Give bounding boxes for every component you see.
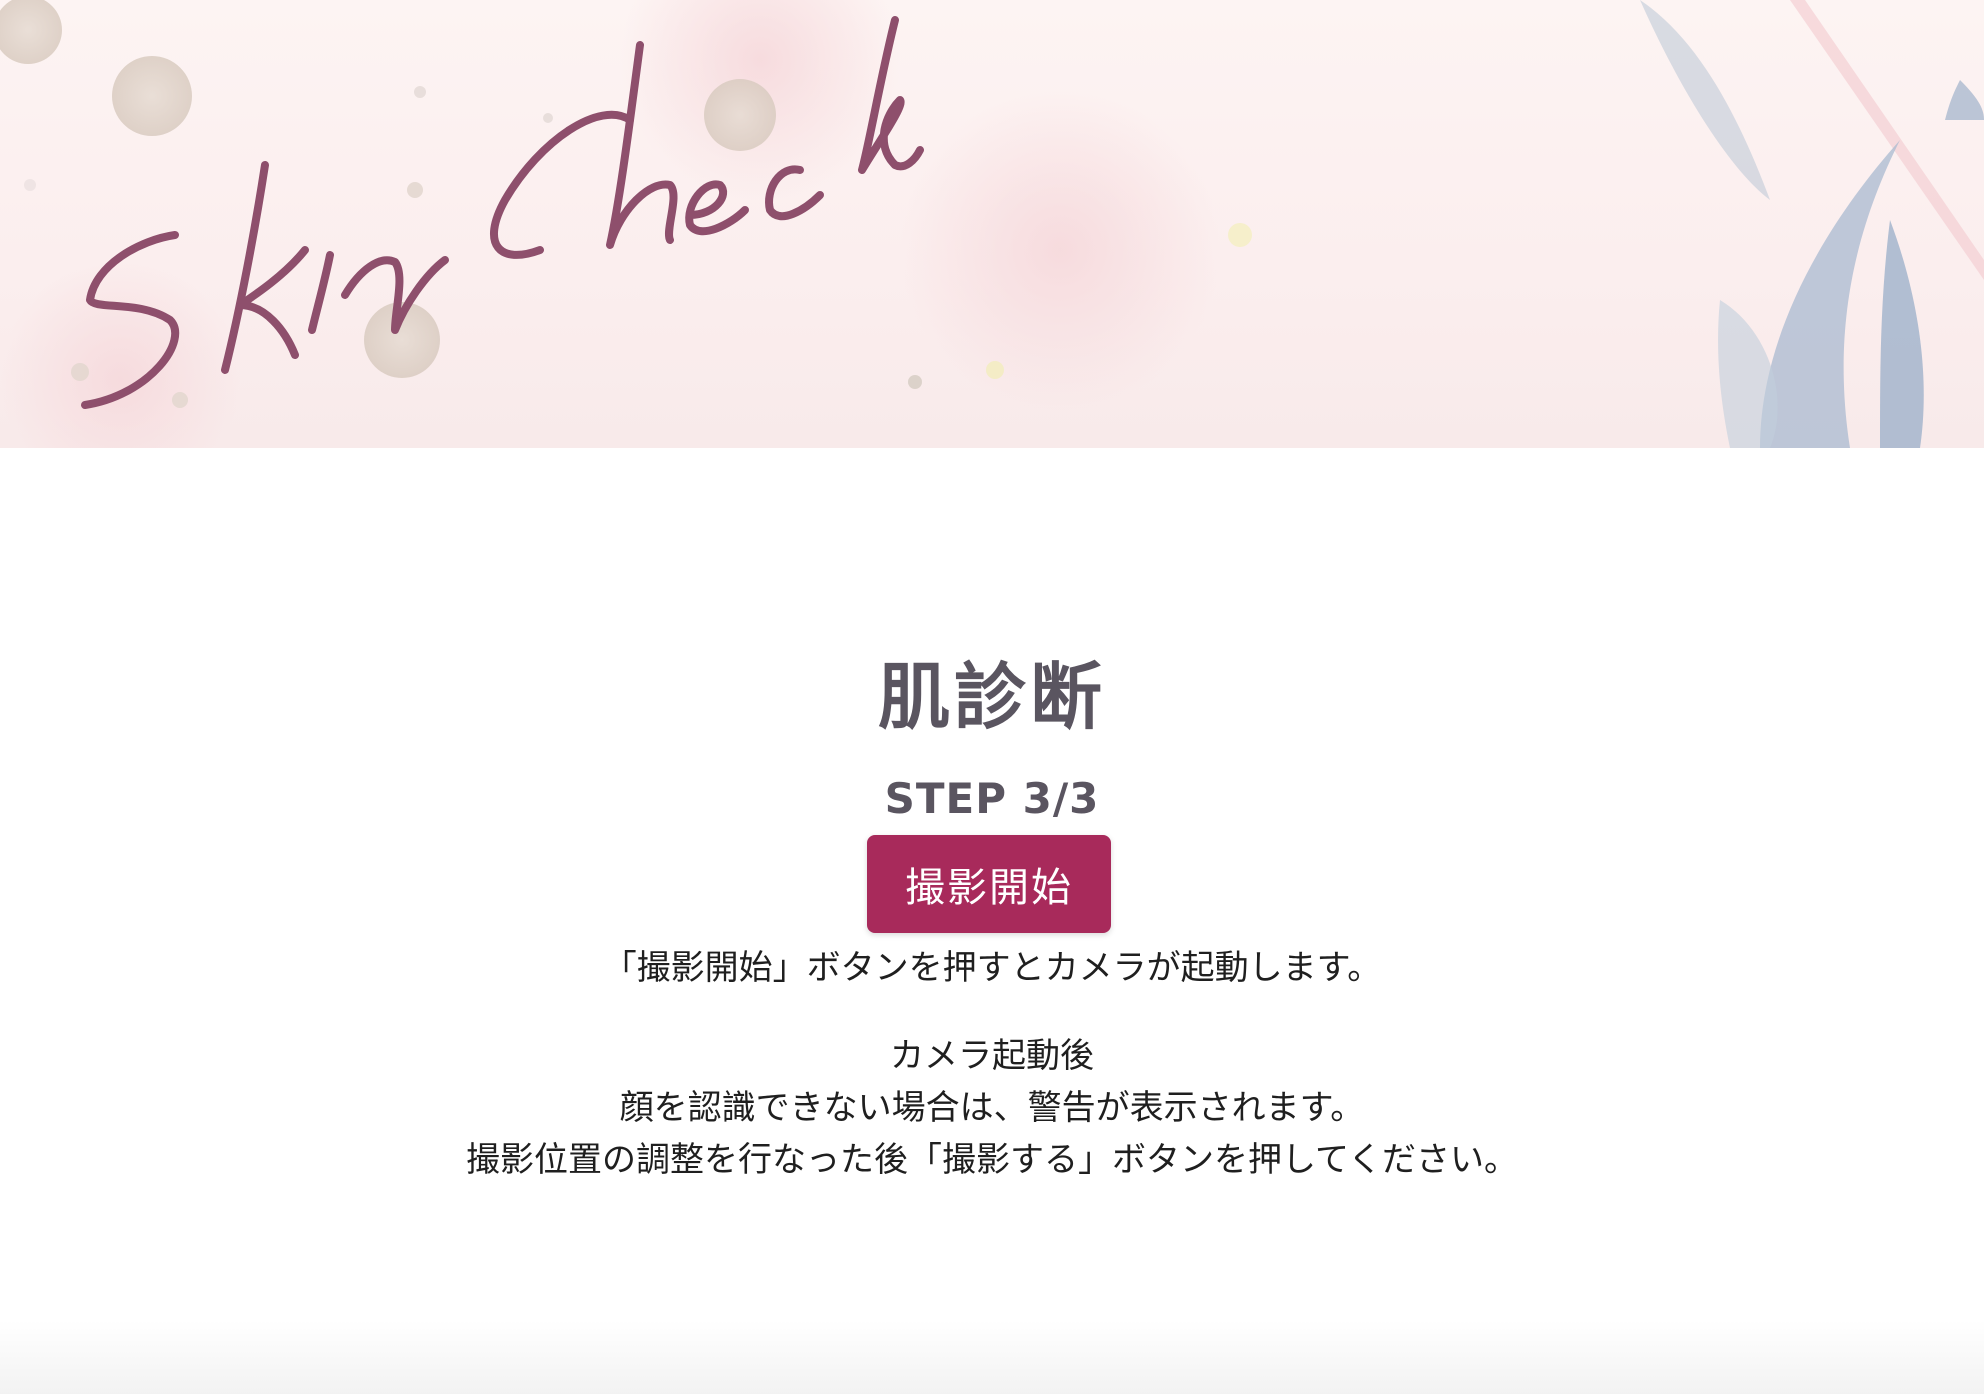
instruction-line: 撮影位置の調整を行なった後「撮影する」ボタンを押してください。 (466, 1140, 1518, 1180)
leaf-shape (1718, 300, 1778, 448)
intro-text: 「撮影開始」ボタンを押すとカメラが起動します。 (602, 948, 1382, 988)
small-dot (908, 375, 922, 389)
start-capture-button[interactable]: 撮影開始 (867, 835, 1111, 933)
small-dot (414, 86, 426, 98)
page-title: 肌診断 (877, 655, 1106, 739)
small-dot (71, 363, 89, 381)
small-dot (543, 113, 553, 123)
step-indicator: STEP 3/3 (884, 774, 1100, 823)
leaf-shape (1760, 140, 1900, 448)
small-dot (24, 179, 36, 191)
hero-banner (0, 0, 1984, 448)
speckle-dot (112, 56, 192, 136)
instruction-line: 顔を認識できない場合は、警告が表示されます。 (619, 1088, 1365, 1128)
small-dot (986, 361, 1004, 379)
pink-stroke (1790, 0, 1984, 280)
instruction-line: カメラ起動後 (890, 1036, 1094, 1076)
small-dot (172, 392, 188, 408)
page: 肌診断 STEP 3/3 「撮影開始」ボタンを押すとカメラが起動します。 カメラ… (0, 0, 1984, 1394)
hero-decoration (0, 0, 1984, 448)
leaf-shape (1945, 80, 1984, 120)
small-dot (407, 182, 423, 198)
blush-spot (0, 260, 240, 448)
blush-spot (900, 90, 1220, 410)
small-dot (1228, 223, 1252, 247)
leaf-shape (1640, 0, 1770, 200)
leaf-shape (1880, 220, 1924, 448)
speckle-dot (704, 79, 776, 151)
speckle-dot (0, 0, 62, 64)
instructions-text: カメラ起動後 顔を認識できない場合は、警告が表示されます。 撮影位置の調整を行な… (0, 1030, 1984, 1186)
